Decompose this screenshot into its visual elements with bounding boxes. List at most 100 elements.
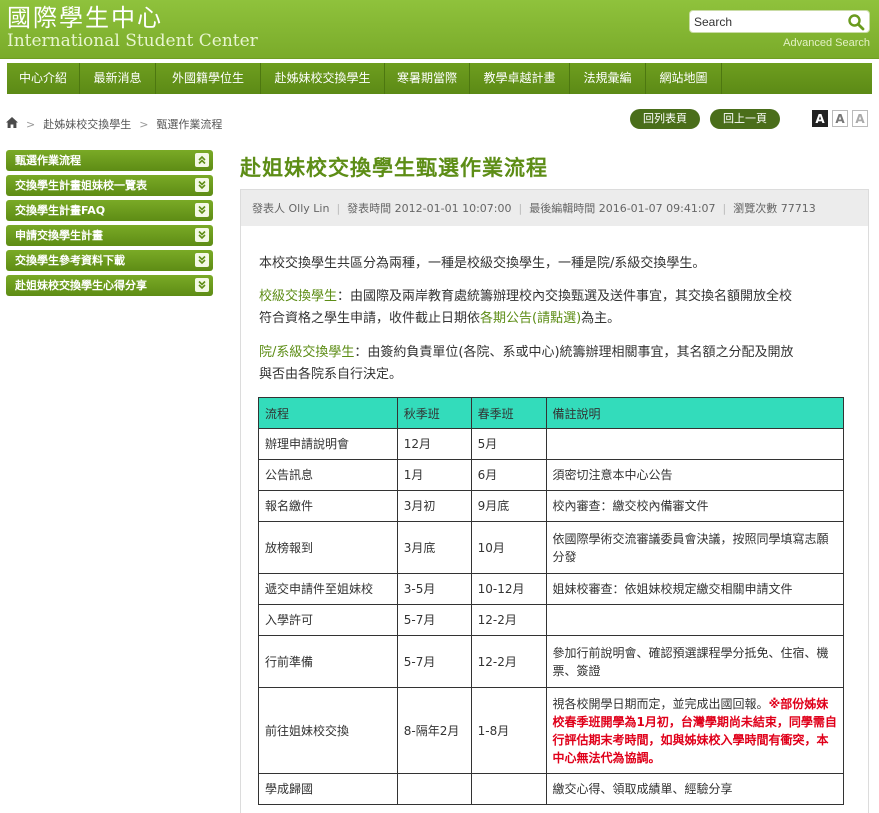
meta-divider: | <box>518 201 523 215</box>
breadcrumb-item-exchange[interactable]: 赴姊妹校交換學生 <box>43 116 131 132</box>
advanced-search-link[interactable]: Advanced Search <box>783 37 870 49</box>
table-cell: 學成歸國 <box>258 773 398 805</box>
table-cell: 12-2月 <box>470 604 547 636</box>
sidebar-item-label: 甄選作業流程 <box>15 154 81 167</box>
table-cell: 12月 <box>396 428 472 460</box>
breadcrumb-separator: > <box>26 117 36 131</box>
table-row: 遞交申請件至姐妹校 3-5月 10-12月 姐妹校審查：依姐妹校規定繳交相關申請… <box>258 573 845 605</box>
posted-time: 2012-01-01 10:07:00 <box>394 201 512 215</box>
nav-item-regulations[interactable]: 法規彙編 <box>570 63 646 94</box>
sidebar-item-selection-process[interactable]: 甄選作業流程 <box>6 150 213 171</box>
note-text: 視各校開學日期而定，並完成出國回報。 <box>552 696 769 711</box>
table-cell: 遞交申請件至姐妹校 <box>258 573 398 605</box>
site-title[interactable]: 國際學生中心 <box>7 4 163 32</box>
home-icon[interactable] <box>6 117 18 131</box>
back-to-list-button[interactable]: 回列表頁 <box>630 109 700 129</box>
announcement-link[interactable]: 各期公告(請點選) <box>480 311 581 326</box>
dept-level-heading: 院/系級交換學生 <box>259 345 355 360</box>
table-cell: 參加行前說明會、確認預選課程學分抵免、住宿、機票、簽證 <box>545 635 845 688</box>
column-header: 春季班 <box>470 397 547 429</box>
school-level-heading: 校級交換學生 <box>259 289 338 304</box>
table-cell: 須密切注意本中心公告 <box>545 459 845 491</box>
table-cell <box>545 604 845 636</box>
table-cell: 視各校開學日期而定，並完成出國回報。※部份姊妹校春季班開學為1月初，台灣學期尚未… <box>545 687 845 774</box>
search-icon[interactable] <box>847 13 865 31</box>
school-level-paragraph: 校級交換學生：由國際及兩岸教育處統籌辦理校內交換甄選及送件事宜，其交換名額開放全… <box>259 286 792 330</box>
table-cell: 5月 <box>470 428 547 460</box>
nav-item-summer-winter[interactable]: 寒暑期當際 <box>385 63 470 94</box>
column-header: 流程 <box>258 397 398 429</box>
chevron-down-icon[interactable] <box>195 178 209 192</box>
table-cell: 前往姐妹校交換 <box>258 687 398 774</box>
breadcrumb-separator: > <box>139 117 149 131</box>
table-cell: 入學許可 <box>258 604 398 636</box>
back-button[interactable]: 回上一頁 <box>710 109 780 129</box>
site-header: 國際學生中心 International Student Center Adva… <box>0 0 879 58</box>
table-cell: 校內審查：繳交校內備審文件 <box>545 490 845 522</box>
table-row: 學成歸國 繳交心得、領取成績單、經驗分享 <box>258 773 845 805</box>
dept-level-text: ：由簽約負責單位(各院、系或中心)統籌辦理相關事宜，其名額之分配及開放 <box>354 345 794 360</box>
sidebar-item-partner-list[interactable]: 交換學生計畫姐妹校一覽表 <box>6 175 213 196</box>
school-level-text: ：由國際及兩岸教育處統籌辦理校內交換甄選及送件事宜，其交換名額開放全校 <box>337 289 793 304</box>
table-cell: 行前準備 <box>258 635 398 688</box>
table-cell: 9月底 <box>470 490 547 522</box>
nav-item-center-intro[interactable]: 中心介紹 <box>7 63 80 94</box>
table-row: 辦理申請說明會 12月 5月 <box>258 428 845 460</box>
nav-item-news[interactable]: 最新消息 <box>80 63 156 94</box>
font-size-large-button[interactable]: A <box>812 110 828 127</box>
sidebar-item-label: 交換學生參考資料下載 <box>15 254 125 267</box>
table-cell: 報名繳件 <box>258 490 398 522</box>
sidebar-item-label: 交換學生計畫姐妹校一覽表 <box>15 179 147 192</box>
breadcrumb: > 赴姊妹校交換學生 > 甄選作業流程 <box>6 116 222 132</box>
nav-item-sitemap[interactable]: 網站地圖 <box>646 63 722 94</box>
chevron-down-icon[interactable] <box>195 278 209 292</box>
search-box <box>689 10 870 33</box>
meta-divider: | <box>722 201 727 215</box>
edited-time: 2016-01-07 09:41:07 <box>598 201 716 215</box>
dept-level-paragraph: 院/系級交換學生：由簽約負責單位(各院、系或中心)統籌辦理相關事宜，其名額之分配… <box>259 342 794 386</box>
table-cell: 放榜報到 <box>258 521 398 574</box>
table-cell: 8-隔年2月 <box>396 687 472 774</box>
table-cell: 12-2月 <box>470 635 547 688</box>
table-row: 報名繳件 3月初 9月底 校內審查：繳交校內備審文件 <box>258 490 845 522</box>
table-row: 公告訊息 1月 6月 須密切注意本中心公告 <box>258 459 845 491</box>
table-cell: 6月 <box>470 459 547 491</box>
table-cell: 辦理申請說明會 <box>258 428 398 460</box>
table-cell: 1月 <box>396 459 472 491</box>
sidebar-item-apply[interactable]: 申請交換學生計畫 <box>6 225 213 246</box>
nav-item-teaching-excellence[interactable]: 教學卓越計畫 <box>470 63 570 94</box>
nav-item-exchange[interactable]: 赴姊妹校交換學生 <box>261 63 385 94</box>
sidebar-item-faq[interactable]: 交換學生計畫FAQ <box>6 200 213 221</box>
search-input[interactable] <box>694 13 840 30</box>
chevron-down-icon[interactable] <box>195 253 209 267</box>
column-header: 備註說明 <box>545 397 845 429</box>
table-cell: 10月 <box>470 521 547 574</box>
font-size-medium-button[interactable]: A <box>832 110 848 127</box>
sidebar-item-downloads[interactable]: 交換學生參考資料下載 <box>6 250 213 271</box>
table-cell: 1-8月 <box>470 687 547 774</box>
column-header: 秋季班 <box>396 397 472 429</box>
sidebar-item-experiences[interactable]: 赴姐妹校交換學生心得分享 <box>6 275 213 296</box>
table-cell: 5-7月 <box>396 604 472 636</box>
table-cell: 姐妹校審查：依姐妹校規定繳交相關申請文件 <box>545 573 845 605</box>
font-size-small-button[interactable]: A <box>852 110 868 127</box>
dept-level-text-2: 與否由各院系自行決定。 <box>259 367 403 382</box>
table-row: 放榜報到 3月底 10月 依國際學術交流審議委員會決議，按照同學填寫志願分發 <box>258 521 845 574</box>
process-table: 流程 秋季班 春季班 備註說明 辦理申請說明會 12月 5月 公告訊息 1月 6… <box>258 397 845 805</box>
author-label: 發表人 <box>252 202 285 215</box>
table-cell <box>470 773 547 805</box>
article-meta: 發表人 Olly Lin | 發表時間 2012-01-01 10:07:00 … <box>240 189 869 226</box>
table-cell: 公告訊息 <box>258 459 398 491</box>
table-row: 入學許可 5-7月 12-2月 <box>258 604 845 636</box>
nav-item-degree-students[interactable]: 外國籍學位生 <box>156 63 261 94</box>
table-cell: 繳交心得、領取成績單、經驗分享 <box>545 773 845 805</box>
table-cell: 3月底 <box>396 521 472 574</box>
chevron-down-icon[interactable] <box>195 203 209 217</box>
chevron-up-icon[interactable] <box>195 153 209 167</box>
sidebar-item-label: 赴姐妹校交換學生心得分享 <box>15 279 147 292</box>
views-count: 77713 <box>780 201 816 215</box>
school-level-text-2: 符合資格之學生申請，收件截止日期依 <box>259 311 481 326</box>
table-header-row: 流程 秋季班 春季班 備註說明 <box>258 397 845 429</box>
site-subtitle: International Student Center <box>7 31 258 51</box>
chevron-down-icon[interactable] <box>195 228 209 242</box>
